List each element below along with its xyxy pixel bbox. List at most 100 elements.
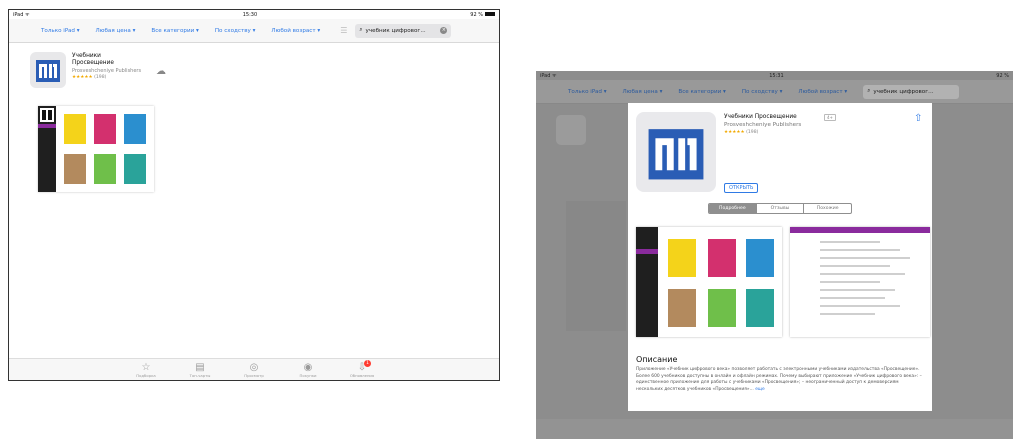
screenshot-sidebar [38,106,56,192]
filter-sort[interactable]: По сходству ▾ [215,28,256,34]
star-icon: ☆ [141,362,151,373]
status-time: 15:30 [242,11,258,18]
compass-icon: ◎ [249,362,259,373]
search-value: учебник цифровог... [365,27,426,34]
updates-icon: ⇩ [357,362,367,373]
app-name-line1: Учебники [72,53,101,59]
app-detail-modal: Учебники Просвещение Prosveshcheniye Pub… [628,103,932,411]
dimmed-tab-bar [536,419,1013,439]
book-cover [708,289,736,327]
purchased-icon: ◉ [303,362,313,373]
book-cover [94,154,116,184]
screenshot-sidebar [636,227,658,337]
book-cover [708,239,736,277]
search-icon: ⌕ [867,88,871,94]
search-value: учебник цифровог... [873,88,934,95]
screenshot-sidebar-highlight [38,124,56,128]
tab-label: Подборка [136,373,156,378]
tab-featured[interactable]: ☆ Подборка [132,362,160,380]
tab-purchased[interactable]: ◉ Покупки [294,362,322,380]
description-text: Приложение «Учебник цифрового века» позв… [636,367,926,393]
filter-device[interactable]: Только iPad ▾ [568,89,607,95]
app-icon-large [636,112,716,192]
device-label: iPad ᯤ [13,11,30,18]
battery-percent: 92 % [996,72,1009,79]
filter-bar: Только iPad ▾ Любая цена ▾ Все категории… [536,80,1013,104]
prosveshchenie-logo-icon [648,129,704,180]
filter-category[interactable]: Все категории ▾ [678,89,725,95]
app-developer[interactable]: Prosveshcheniye Publishers [724,122,801,128]
status-time: 15:31 [769,72,784,79]
details-segmented-control: Подробнее Отзывы Похожие [708,203,852,214]
clear-search-icon[interactable]: × [440,27,448,34]
book-cover [668,289,696,327]
tab-bar: ☆ Подборка ▤ Топ-чарты ◎ Просмотр ◉ Покупки … [9,358,499,380]
filter-category[interactable]: Все категории ▾ [151,28,198,34]
dimmed-screenshot [566,201,626,331]
app-screenshot[interactable] [38,106,154,192]
status-bar: iPad ᯤ 15:31 92 % [536,71,1013,80]
book-cover [64,154,86,184]
search-result-item[interactable]: Учебники Просвещение Prosveshcheniye Pub… [30,52,180,88]
segment-reviews[interactable]: Отзывы [757,204,805,213]
tab-top-charts[interactable]: ▤ Топ-чарты [186,362,214,380]
tab-label: Просмотр [244,373,264,378]
tab-explore[interactable]: ◎ Просмотр [240,362,268,380]
search-icon: ⌕ [359,27,363,33]
prosveshchenie-logo-icon [36,60,60,82]
book-cover [124,154,146,184]
dimmed-app-icon [556,115,586,145]
app-rating: ★★★★★ (198) [724,130,758,135]
filter-sort[interactable]: По сходству ▾ [742,89,783,95]
screenshot-bookshelf[interactable] [636,227,782,337]
age-rating-badge: 4+ [824,114,836,121]
description-title: Описание [636,355,678,364]
ipad-search-results-screen: iPad ᯤ 15:30 92 % Только iPad ▾ Любая це… [8,9,500,381]
screenshot-text-lines [820,241,910,315]
book-cover [668,239,696,277]
book-cover [746,289,774,327]
open-button[interactable]: ОТКРЫТЬ [724,183,759,193]
list-view-icon[interactable]: ☰ [340,26,347,35]
tab-label: Топ-чарты [189,373,211,378]
segment-related[interactable]: Похожие [804,204,851,213]
rating-count: (198) [94,75,107,80]
tab-updates[interactable]: ⇩ 1 Обновления [348,360,376,380]
app-title: Учебники Просвещение [724,114,797,120]
list-icon: ▤ [195,362,205,373]
cloud-download-icon[interactable]: ☁ [156,66,166,77]
book-cover [746,239,774,277]
search-field[interactable]: ⌕ учебник цифровог... [863,84,960,99]
book-cover [64,114,86,144]
tab-label: Обновления [349,373,375,378]
dimmed-result-item [556,115,586,145]
tab-label: Покупки [299,373,317,378]
filter-price[interactable]: Любая цена ▾ [96,28,136,34]
app-name-line2: Просвещение [72,60,114,66]
rating-stars: ★★★★★ [724,130,745,135]
filter-bar: Только iPad ▾ Любая цена ▾ Все категории… [9,19,499,43]
book-cover [124,114,146,144]
rating-stars: ★★★★★ [72,75,93,80]
filter-device[interactable]: Только iPad ▾ [41,28,80,34]
segment-details[interactable]: Подробнее [709,204,757,213]
device-label: iPad ᯤ [540,72,557,79]
app-rating: ★★★★★ (198) [72,75,141,80]
more-link[interactable]: еще [755,387,765,392]
battery-percent: 92 % [470,11,483,18]
filter-age[interactable]: Любой возраст ▾ [271,28,320,34]
rating-count: (198) [746,130,759,135]
screenshot-contents[interactable] [790,227,930,337]
updates-badge: 1 [364,360,371,367]
description-body: Приложение «Учебник цифрового века» позв… [636,367,922,392]
search-field[interactable]: ⌕ учебник цифровог... × [355,23,452,38]
screenshot-sidebar-highlight [636,249,658,254]
filter-age[interactable]: Любой возраст ▾ [798,89,847,95]
battery-icon [484,12,495,16]
app-icon[interactable] [30,52,66,88]
status-bar: iPad ᯤ 15:30 92 % [9,10,499,19]
filter-price[interactable]: Любая цена ▾ [623,89,663,95]
battery-indicator: 92 % [470,12,495,18]
share-icon[interactable]: ⇧ [914,113,922,124]
book-cover [94,114,116,144]
